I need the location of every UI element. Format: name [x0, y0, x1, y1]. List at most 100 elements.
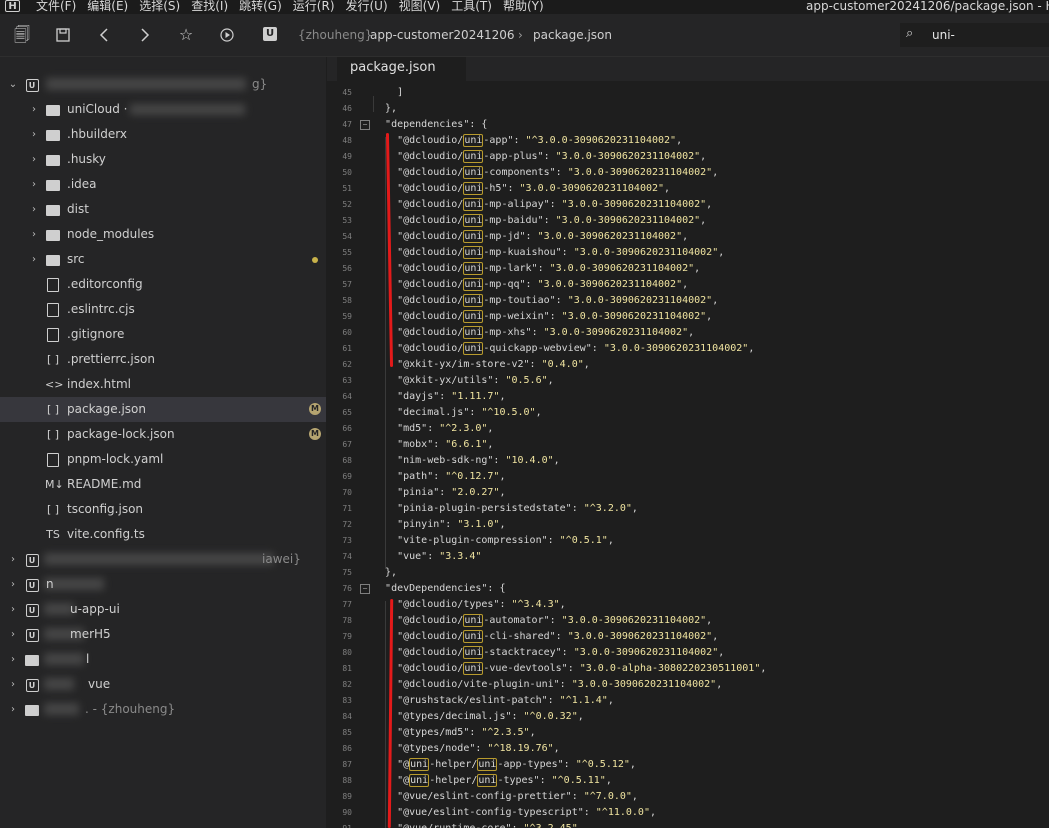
chevron-right-icon[interactable]: ›	[29, 97, 39, 122]
code-line[interactable]: 78 "@dcloudio/uni-automator": "3.0.0-309…	[327, 613, 1049, 629]
code-line[interactable]: 52 "@dcloudio/uni-mp-alipay": "3.0.0-309…	[327, 197, 1049, 213]
chevron-right-icon[interactable]: ›	[29, 222, 39, 247]
code-line[interactable]: 60 "@dcloudio/uni-mp-xhs": "3.0.0-309062…	[327, 325, 1049, 341]
menu-item[interactable]: 编辑(E)	[87, 0, 128, 13]
project-root[interactable]: › Uu-app-ui	[0, 597, 326, 622]
search-input[interactable]	[932, 25, 1042, 45]
tree-file[interactable]: [ ] tsconfig.json	[0, 497, 326, 522]
breadcrumb-project[interactable]: app-customer20241206	[370, 14, 515, 56]
project-root[interactable]: ⌄ U g}	[0, 72, 326, 97]
code-line[interactable]: 91 "@vue/runtime-core": "^3.2.45",	[327, 821, 1049, 828]
fold-toggle-icon[interactable]: −	[360, 584, 370, 594]
save-all-icon[interactable]: 🗐	[11, 24, 33, 46]
code-line[interactable]: 86 "@types/node": "^18.19.76",	[327, 741, 1049, 757]
tree-folder[interactable]: › .idea	[0, 172, 326, 197]
code-line[interactable]: 46 },	[327, 101, 1049, 117]
chevron-right-icon[interactable]: ›	[8, 697, 18, 722]
code-line[interactable]: 80 "@dcloudio/uni-stacktracey": "3.0.0-3…	[327, 645, 1049, 661]
menu-item[interactable]: 查找(I)	[191, 0, 228, 13]
tree-file[interactable]: .eslintrc.cjs	[0, 297, 326, 322]
tree-folder[interactable]: › .husky	[0, 147, 326, 172]
code-line[interactable]: 64 "dayjs": "1.11.7",	[327, 389, 1049, 405]
menu-item[interactable]: 运行(R)	[293, 0, 335, 13]
search-box[interactable]: ⌕	[900, 23, 1049, 47]
tree-folder[interactable]: › src	[0, 247, 326, 272]
code-line[interactable]: 47− "dependencies": {	[327, 117, 1049, 133]
tree-folder[interactable]: › .hbuilderx	[0, 122, 326, 147]
code-line[interactable]: 82 "@dcloudio/vite-plugin-uni": "3.0.0-3…	[327, 677, 1049, 693]
tree-file[interactable]: [ ] package.json M	[0, 397, 326, 422]
code-line[interactable]: 87 "@uni-helper/uni-app-types": "^0.5.12…	[327, 757, 1049, 773]
chevron-right-icon[interactable]: ›	[8, 572, 18, 597]
breadcrumb-workspace[interactable]: {zhouheng}	[298, 14, 372, 56]
project-root[interactable]: › . - {zhouheng}	[0, 697, 326, 722]
chevron-right-icon[interactable]: ›	[8, 547, 18, 572]
code-line[interactable]: 81 "@dcloudio/uni-vue-devtools": "3.0.0-…	[327, 661, 1049, 677]
code-line[interactable]: 62 "@xkit-yx/im-store-v2": "0.4.0",	[327, 357, 1049, 373]
code-line[interactable]: 69 "path": "^0.12.7",	[327, 469, 1049, 485]
chevron-right-icon[interactable]: ›	[29, 147, 39, 172]
code-line[interactable]: 54 "@dcloudio/uni-mp-jd": "3.0.0-3090620…	[327, 229, 1049, 245]
code-line[interactable]: 73 "vite-plugin-compression": "^0.5.1",	[327, 533, 1049, 549]
menu-item[interactable]: 跳转(G)	[239, 0, 282, 13]
code-line[interactable]: 76− "devDependencies": {	[327, 581, 1049, 597]
code-line[interactable]: 48 "@dcloudio/uni-app": "^3.0.0-30906202…	[327, 133, 1049, 149]
breadcrumb-file[interactable]: package.json	[533, 14, 612, 56]
code-line[interactable]: 83 "@rushstack/eslint-patch": "^1.1.4",	[327, 693, 1049, 709]
code-line[interactable]: 67 "mobx": "6.6.1",	[327, 437, 1049, 453]
tree-file[interactable]: .editorconfig	[0, 272, 326, 297]
code-line[interactable]: 70 "pinia": "2.0.27",	[327, 485, 1049, 501]
save-icon[interactable]	[52, 24, 74, 46]
chevron-right-icon[interactable]: ›	[8, 672, 18, 697]
tree-file[interactable]: <> index.html	[0, 372, 326, 397]
project-root[interactable]: › Un	[0, 572, 326, 597]
project-root[interactable]: › Uvue	[0, 672, 326, 697]
favorite-icon[interactable]: ☆	[175, 24, 197, 46]
forward-icon[interactable]	[134, 24, 156, 46]
chevron-right-icon[interactable]: ›	[8, 647, 18, 672]
tab-package-json[interactable]: package.json	[337, 57, 466, 81]
code-line[interactable]: 55 "@dcloudio/uni-mp-kuaishou": "3.0.0-3…	[327, 245, 1049, 261]
tree-folder[interactable]: › uniCloud ·	[0, 97, 326, 122]
chevron-right-icon[interactable]: ›	[8, 622, 18, 647]
project-root[interactable]: › l	[0, 647, 326, 672]
project-root[interactable]: › UmerH5	[0, 622, 326, 647]
code-line[interactable]: 77 "@dcloudio/types": "^3.4.3",	[327, 597, 1049, 613]
code-line[interactable]: 50 "@dcloudio/uni-components": "3.0.0-30…	[327, 165, 1049, 181]
chevron-right-icon[interactable]: ›	[8, 597, 18, 622]
code-line[interactable]: 79 "@dcloudio/uni-cli-shared": "3.0.0-30…	[327, 629, 1049, 645]
tree-file[interactable]: pnpm-lock.yaml	[0, 447, 326, 472]
tree-file[interactable]: [ ] package-lock.json M	[0, 422, 326, 447]
run-icon[interactable]	[216, 24, 238, 46]
code-line[interactable]: 61 "@dcloudio/uni-quickapp-webview": "3.…	[327, 341, 1049, 357]
code-line[interactable]: 74 "vue": "3.3.4"	[327, 549, 1049, 565]
fold-toggle-icon[interactable]: −	[360, 120, 370, 130]
chevron-right-icon[interactable]: ›	[29, 172, 39, 197]
chevron-right-icon[interactable]: ›	[29, 122, 39, 147]
code-line[interactable]: 56 "@dcloudio/uni-mp-lark": "3.0.0-30906…	[327, 261, 1049, 277]
code-line[interactable]: 72 "pinyin": "3.1.0",	[327, 517, 1049, 533]
code-line[interactable]: 51 "@dcloudio/uni-h5": "3.0.0-3090620231…	[327, 181, 1049, 197]
code-line[interactable]: 68 "nim-web-sdk-ng": "10.4.0",	[327, 453, 1049, 469]
chevron-down-icon[interactable]: ⌄	[8, 72, 18, 97]
code-line[interactable]: 66 "md5": "^2.3.0",	[327, 421, 1049, 437]
code-line[interactable]: 59 "@dcloudio/uni-mp-weixin": "3.0.0-309…	[327, 309, 1049, 325]
code-line[interactable]: 49 "@dcloudio/uni-app-plus": "3.0.0-3090…	[327, 149, 1049, 165]
project-root[interactable]: › Uiawei}	[0, 547, 326, 572]
code-line[interactable]: 88 "@uni-helper/uni-types": "^0.5.11",	[327, 773, 1049, 789]
menu-item[interactable]: 帮助(Y)	[503, 0, 544, 13]
code-line[interactable]: 58 "@dcloudio/uni-mp-toutiao": "3.0.0-30…	[327, 293, 1049, 309]
code-line[interactable]: 65 "decimal.js": "^10.5.0",	[327, 405, 1049, 421]
code-line[interactable]: 84 "@types/decimal.js": "^0.0.32",	[327, 709, 1049, 725]
code-line[interactable]: 45 ]	[327, 85, 1049, 101]
code-line[interactable]: 89 "@vue/eslint-config-prettier": "^7.0.…	[327, 789, 1049, 805]
menu-item[interactable]: 选择(S)	[139, 0, 180, 13]
menu-item[interactable]: 发行(U)	[346, 0, 388, 13]
chevron-right-icon[interactable]: ›	[29, 197, 39, 222]
menu-item[interactable]: 工具(T)	[451, 0, 492, 13]
menu-item[interactable]: 视图(V)	[399, 0, 441, 13]
code-line[interactable]: 71 "pinia-plugin-persistedstate": "^3.2.…	[327, 501, 1049, 517]
code-line[interactable]: 85 "@types/md5": "^2.3.5",	[327, 725, 1049, 741]
tree-file[interactable]: M↓ README.md	[0, 472, 326, 497]
code-editor[interactable]: 45 ] 46 }, 47− "dependencies": {48 "@dclou…	[327, 81, 1049, 828]
